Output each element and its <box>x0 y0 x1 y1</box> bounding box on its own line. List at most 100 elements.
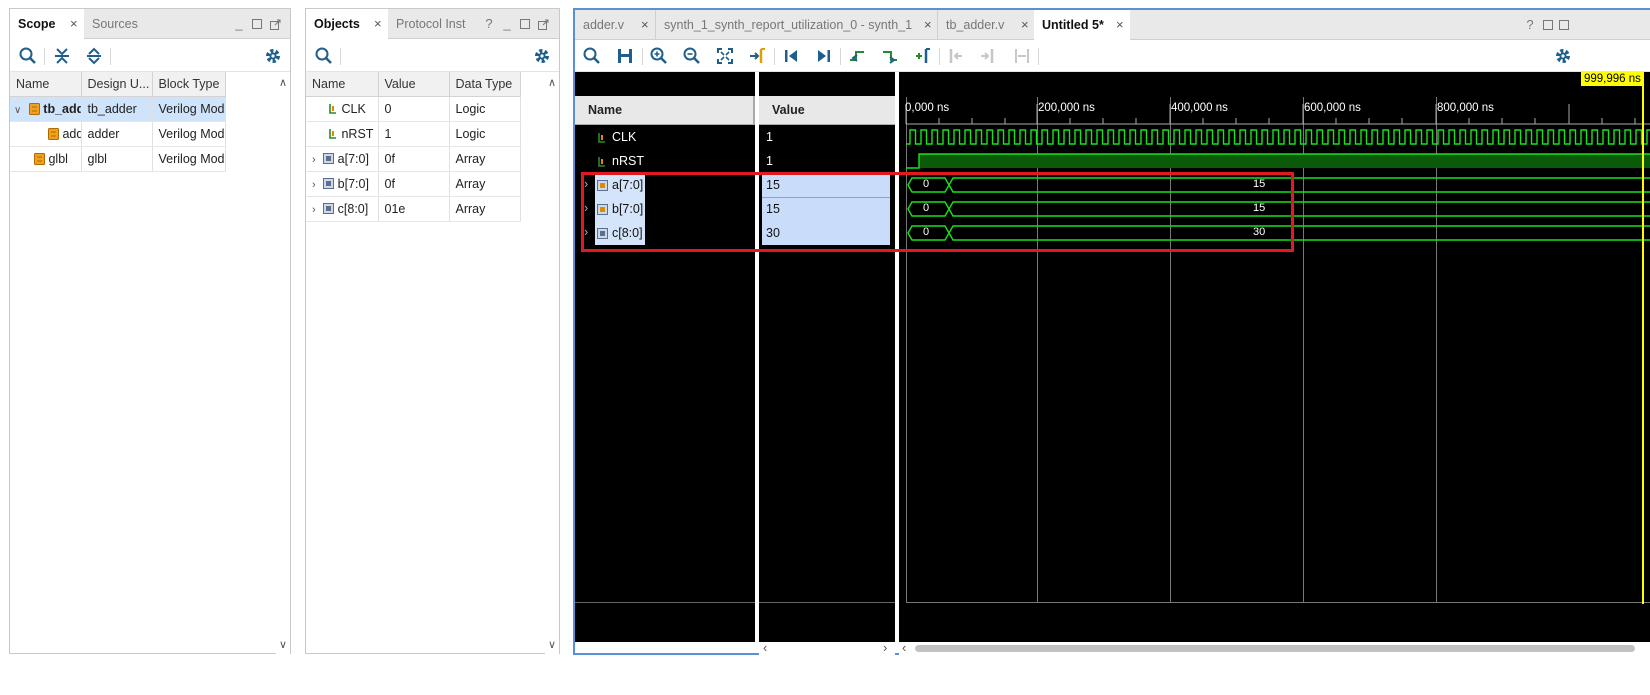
zoom-in-icon[interactable] <box>649 46 669 66</box>
object-name[interactable]: › a[7:0] <box>306 146 379 172</box>
scope-table: Name Design U... Block Type ∨ tb_adder t… <box>10 72 226 172</box>
float-icon[interactable] <box>1557 10 1571 40</box>
cursor-time-badge[interactable]: 999,996 ns <box>1581 72 1644 86</box>
tab-sources[interactable]: Sources <box>84 9 154 39</box>
scope-row-name[interactable]: adder <box>10 121 82 147</box>
go-to-start-icon[interactable] <box>781 46 801 66</box>
scroll-down-icon[interactable]: ∨ <box>276 638 290 652</box>
scope-row-name[interactable]: glbl <box>10 146 82 172</box>
chevron-right-icon[interactable]: › <box>312 154 316 166</box>
search-icon[interactable] <box>18 46 38 66</box>
add-marker-icon[interactable] <box>913 46 933 66</box>
name-column-header[interactable]: Name <box>575 96 755 125</box>
chevron-down-icon[interactable]: ∨ <box>14 105 21 116</box>
tab-tb-adder-v-label: tb_adder.v <box>946 18 1005 32</box>
close-icon[interactable]: × <box>70 9 78 39</box>
maximize-icon[interactable] <box>250 9 264 39</box>
go-to-end-icon[interactable] <box>814 46 834 66</box>
close-icon[interactable]: × <box>924 10 932 40</box>
wave-hscrollbar[interactable]: ‹ <box>899 640 1650 655</box>
expand-all-icon[interactable] <box>84 46 104 66</box>
scroll-up-icon[interactable]: ∧ <box>545 76 559 90</box>
tab-untitled-5[interactable]: Untitled 5* × <box>1034 10 1130 41</box>
close-icon[interactable]: × <box>641 10 649 40</box>
column-header-design-unit[interactable]: Design U... <box>81 72 153 97</box>
scope-scrollbar[interactable]: ∧ ∨ <box>276 72 290 654</box>
minimize-icon[interactable]: _ <box>500 9 514 39</box>
zoom-fit-icon[interactable] <box>715 46 735 66</box>
scroll-left-icon[interactable]: ‹ <box>902 640 906 655</box>
tab-adder-v[interactable]: adder.v × <box>575 10 655 40</box>
search-icon[interactable] <box>314 46 334 66</box>
signal-name-clk[interactable]: CLK <box>612 130 636 144</box>
close-icon[interactable]: × <box>1021 10 1029 40</box>
maximize-icon[interactable] <box>1541 10 1555 40</box>
scrollbar-thumb[interactable] <box>915 645 1635 652</box>
column-header-name[interactable]: Name <box>306 72 379 97</box>
close-icon[interactable]: × <box>1116 10 1124 40</box>
next-marker-icon <box>981 49 994 63</box>
signal-name-nrst[interactable]: nRST <box>612 154 644 168</box>
float-icon[interactable] <box>268 9 282 39</box>
float-icon[interactable] <box>536 9 550 39</box>
gear-icon[interactable] <box>263 46 283 66</box>
help-icon[interactable]: ? <box>1523 10 1537 40</box>
chevron-right-icon[interactable]: › <box>312 179 316 191</box>
close-icon[interactable]: × <box>374 9 382 39</box>
column-header-block-type[interactable]: Block Type <box>152 72 226 97</box>
column-header-value[interactable]: Value <box>378 72 450 97</box>
objects-scrollbar[interactable]: ∧ ∨ <box>545 72 559 654</box>
scope-row-name[interactable]: ∨ tb_adder <box>10 96 82 122</box>
objects-table: Name Value Data Type CLK 0 Logic nRST 1 … <box>306 72 521 222</box>
logic-signal-icon <box>598 157 605 167</box>
object-label: nRST <box>341 126 374 141</box>
logic-signal-icon <box>329 128 336 139</box>
table-row[interactable]: ∨ tb_adder tb_adder Verilog Module <box>10 96 226 122</box>
value-column-header[interactable]: Value <box>759 96 895 125</box>
scroll-down-icon[interactable]: ∨ <box>545 638 559 652</box>
scroll-left-icon[interactable]: ‹ <box>763 640 767 655</box>
table-row[interactable]: › c[8:0] 01e Array <box>306 196 521 222</box>
table-row[interactable]: nRST 1 Logic <box>306 121 521 147</box>
go-to-cursor-icon[interactable] <box>748 46 768 66</box>
object-name[interactable]: › b[7:0] <box>306 171 379 197</box>
tab-protocol-inst[interactable]: Protocol Inst <box>388 9 472 39</box>
tab-tb-adder-v[interactable]: tb_adder.v × <box>937 10 1034 40</box>
scroll-right-icon[interactable]: › <box>883 640 887 655</box>
help-icon[interactable]: ? <box>482 9 496 39</box>
object-name[interactable]: CLK <box>306 96 379 122</box>
minimize-icon[interactable]: _ <box>232 9 246 39</box>
chevron-right-icon[interactable]: › <box>312 204 316 216</box>
tab-synth-report[interactable]: synth_1_synth_report_utilization_0 - syn… <box>655 10 937 40</box>
object-value: 0f <box>378 171 450 197</box>
value-hscrollbar[interactable]: ‹ › <box>759 640 895 655</box>
tab-scope[interactable]: Scope × <box>10 9 84 40</box>
collapse-all-icon[interactable] <box>52 46 72 66</box>
table-row[interactable]: CLK 0 Logic <box>306 96 521 122</box>
tab-objects[interactable]: Objects × <box>306 9 388 40</box>
scroll-up-icon[interactable]: ∧ <box>276 76 290 90</box>
maximize-icon[interactable] <box>518 9 532 39</box>
next-transition-icon[interactable] <box>880 46 900 66</box>
table-row[interactable]: › a[7:0] 0f Array <box>306 146 521 172</box>
previous-transition-icon[interactable] <box>847 46 867 66</box>
gear-icon[interactable] <box>1553 46 1573 66</box>
column-header-data-type[interactable]: Data Type <box>449 72 521 97</box>
save-icon[interactable] <box>615 46 635 66</box>
module-icon <box>34 152 45 165</box>
value-header-label: Value <box>772 103 805 117</box>
object-name[interactable]: nRST <box>306 121 379 147</box>
time-label: 800,000 ns <box>1437 102 1494 114</box>
scope-row-block-type: Verilog Module <box>152 96 226 122</box>
column-header-name[interactable]: Name <box>10 72 82 97</box>
table-row[interactable]: glbl glbl Verilog Module <box>10 146 226 172</box>
object-name[interactable]: › c[8:0] <box>306 196 379 222</box>
search-icon[interactable] <box>582 46 602 66</box>
table-row[interactable]: adder adder Verilog Module <box>10 121 226 147</box>
swap-cursors-icon <box>1015 49 1029 63</box>
zoom-out-icon[interactable] <box>682 46 702 66</box>
table-row[interactable]: › b[7:0] 0f Array <box>306 171 521 197</box>
pane-divider[interactable] <box>755 72 757 642</box>
waveform-canvas[interactable]: 0,000 ns 200,000 ns 400,000 ns 600,000 n… <box>899 72 1650 642</box>
gear-icon[interactable] <box>532 46 552 66</box>
